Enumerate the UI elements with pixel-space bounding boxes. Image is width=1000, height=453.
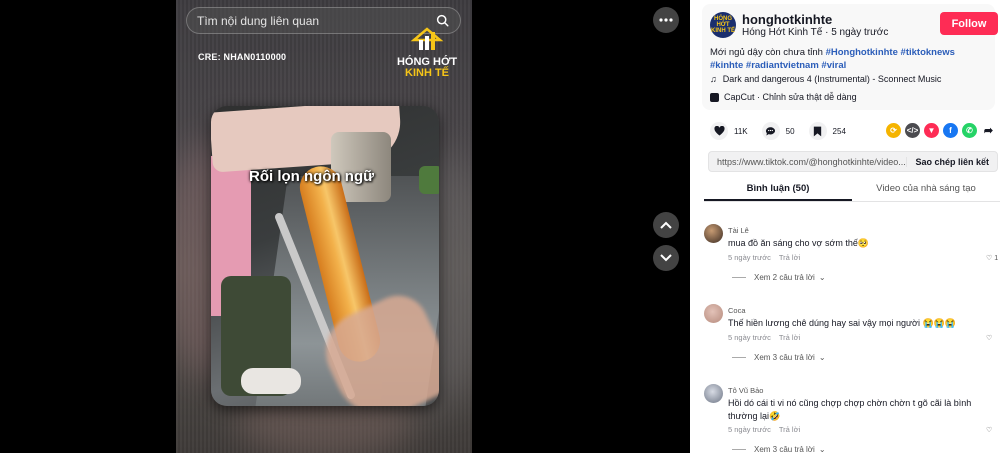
capcut-icon <box>710 92 719 102</box>
facebook-icon[interactable]: f <box>943 123 958 138</box>
previous-video-button[interactable] <box>653 212 679 238</box>
video-caption: Rối lọn ngôn ngữ <box>249 168 374 185</box>
reply-button[interactable]: Trả lời <box>779 253 800 262</box>
comment-meta: 5 ngày trước Trả lời <box>728 425 800 434</box>
comment-like-button[interactable]: ♡ 1 <box>986 254 998 263</box>
share-options: ⟳ </> ▼ f ✆ ➦ <box>886 123 996 138</box>
comment-text: Thế hiền lương chê dúng hay sai vậy mọi … <box>728 318 957 328</box>
author-username[interactable]: honghotkinhte <box>742 12 832 27</box>
like-button[interactable] <box>710 122 728 140</box>
comment-time: 5 ngày trước <box>728 253 771 262</box>
capcut-link[interactable]: CapCut · Chỉnh sửa thật dễ dàng <box>710 92 857 102</box>
hashtag-link[interactable]: #tiktoknews <box>901 47 955 58</box>
comment-meta: 5 ngày trước Trả lời <box>728 333 800 342</box>
music-link[interactable]: ♫ Dark and dangerous 4 (Instrumental) - … <box>710 74 941 84</box>
comment-time: 5 ngày trước <box>728 425 771 434</box>
commenter-name[interactable]: Tài Lê <box>728 226 749 235</box>
comment-tabs: Bình luận (50) Video của nhà sáng tạo <box>704 181 1000 202</box>
comment-text: mua đồ ăn sáng cho vợ sớm thế🥺 <box>728 238 870 248</box>
chevron-down-icon: ⌄ <box>818 445 826 453</box>
view-replies-button[interactable]: Xem 3 câu trả lời ⌄ <box>732 353 826 362</box>
send-to-friends-icon[interactable]: ▼ <box>924 123 939 138</box>
house-chart-icon <box>410 27 444 50</box>
more-dots-icon <box>659 18 673 22</box>
save-button[interactable] <box>808 122 827 140</box>
hashtag-link[interactable]: #Honghotkinhte <box>826 47 898 58</box>
heart-outline-icon: ♡ <box>986 335 993 342</box>
share-arrow-icon[interactable]: ➦ <box>981 123 996 138</box>
video-link-box: https://www.tiktok.com/@honghotkinhte/vi… <box>708 151 998 172</box>
save-count: 254 <box>832 126 846 136</box>
video-content: Rối lọn ngôn ngữ <box>211 106 439 406</box>
heart-icon <box>713 126 725 136</box>
video-url: https://www.tiktok.com/@honghotkinhte/vi… <box>717 156 906 167</box>
reply-button[interactable]: Trả lời <box>779 425 800 434</box>
follow-button[interactable]: Follow <box>940 12 998 35</box>
commenter-name[interactable]: Coca <box>728 306 746 315</box>
comment-like-button[interactable]: ♡ <box>986 334 994 342</box>
heart-outline-icon: ♡ <box>986 427 993 434</box>
embed-code-icon[interactable]: </> <box>905 123 920 138</box>
chevron-up-icon <box>660 221 672 229</box>
commenter-avatar[interactable] <box>704 384 723 403</box>
repost-icon[interactable]: ⟳ <box>886 123 901 138</box>
more-options-button[interactable] <box>653 7 679 33</box>
view-replies-button[interactable]: Xem 2 câu trả lời ⌄ <box>732 273 826 282</box>
hashtag-link[interactable]: #radiantvietnam <box>746 60 819 71</box>
music-note-icon: ♫ <box>710 74 717 84</box>
next-video-button[interactable] <box>653 245 679 271</box>
hashtag-link[interactable]: #kinhte <box>710 60 743 71</box>
comment-text: Hồi dó cái ti vi nó cũng chợp chợp chờn … <box>728 398 972 421</box>
details-sidebar: HÓNG HỚT KINH TẾ honghotkinhte Hóng Hớt … <box>690 0 1000 453</box>
tab-creator-videos[interactable]: Video của nhà sáng tạo <box>852 181 1000 201</box>
hashtag-link[interactable]: #viral <box>821 60 846 71</box>
action-bar: 11K 50 254 <box>710 122 854 140</box>
author-avatar[interactable]: HÓNG HỚT KINH TẾ <box>710 12 736 38</box>
heart-outline-icon: ♡ <box>986 255 993 262</box>
commenter-avatar[interactable] <box>704 304 723 323</box>
comment-count: 50 <box>785 126 795 136</box>
comment-meta: 5 ngày trước Trả lời <box>728 253 800 262</box>
commenter-avatar[interactable] <box>704 224 723 243</box>
video-credit-text: CRE: NHAN0110000 <box>198 52 287 62</box>
author-nickname-time: Hóng Hớt Kinh Tế · 5 ngày trước <box>742 27 889 38</box>
comment-button[interactable] <box>761 122 780 140</box>
channel-logo: HÓNG HỚT KINH TẾ <box>392 26 462 79</box>
reply-button[interactable]: Trả lời <box>779 333 800 342</box>
chevron-down-icon: ⌄ <box>818 273 826 282</box>
comment-time: 5 ngày trước <box>728 333 771 342</box>
logo-text-bottom: KINH TẾ <box>405 67 449 79</box>
chevron-down-icon <box>660 254 672 262</box>
commenter-name[interactable]: Tô Vũ Bảo <box>728 386 763 395</box>
video-player[interactable]: CRE: NHAN0110000 HÓNG HỚT KINH TẾ Rối lọ… <box>0 0 690 453</box>
view-replies-button[interactable]: Xem 3 câu trả lời ⌄ <box>732 445 826 453</box>
bookmark-icon <box>813 126 822 136</box>
whatsapp-icon[interactable]: ✆ <box>962 123 977 138</box>
comment-icon <box>766 127 776 136</box>
tab-comments[interactable]: Bình luận (50) <box>704 181 852 201</box>
video-info-card: HÓNG HỚT KINH TẾ honghotkinhte Hóng Hớt … <box>702 4 998 110</box>
chevron-down-icon: ⌄ <box>818 353 826 362</box>
like-count: 11K <box>734 126 748 136</box>
copy-link-button[interactable]: Sao chép liên kết <box>906 156 997 167</box>
video-description: Mới ngủ dậy còn chưa tỉnh #Honghotkinhte… <box>710 47 955 71</box>
comment-like-button[interactable]: ♡ <box>986 426 994 434</box>
